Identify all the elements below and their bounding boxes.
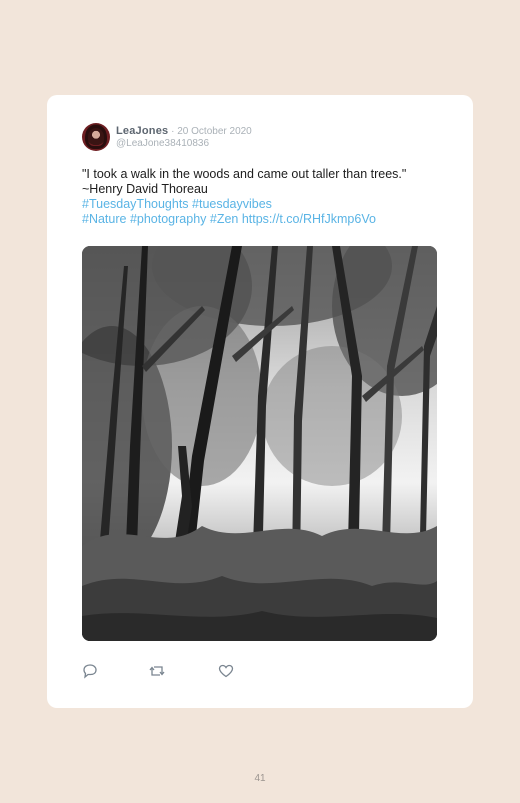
author-line: ~Henry David Thoreau bbox=[82, 182, 208, 196]
hashtags-line-1[interactable]: #TuesdayThoughts #tuesdayvibes bbox=[82, 197, 442, 212]
separator: · bbox=[168, 126, 178, 137]
username[interactable]: LeaJones bbox=[116, 125, 168, 137]
heart-icon[interactable] bbox=[218, 663, 234, 679]
page-number: 41 bbox=[254, 773, 266, 784]
tweet-actions bbox=[82, 663, 282, 679]
reply-icon[interactable] bbox=[82, 663, 98, 679]
tweet-text: "I took a walk in the woods and came out… bbox=[82, 167, 442, 227]
hashtags-line-2[interactable]: #Nature #photography #Zen https://t.co/R… bbox=[82, 212, 442, 227]
tweet-photo[interactable] bbox=[82, 246, 437, 641]
avatar[interactable] bbox=[82, 123, 110, 151]
quote-line: "I took a walk in the woods and came out… bbox=[82, 167, 407, 181]
tweet-card: LeaJones · 20 October 2020 @LeaJone38410… bbox=[47, 95, 473, 708]
retweet-icon[interactable] bbox=[149, 663, 165, 679]
user-handle: @LeaJone38410836 bbox=[116, 138, 210, 149]
user-line: LeaJones · 20 October 2020 bbox=[116, 125, 252, 137]
tweet-date[interactable]: 20 October 2020 bbox=[177, 126, 252, 137]
forest-image bbox=[82, 246, 437, 641]
